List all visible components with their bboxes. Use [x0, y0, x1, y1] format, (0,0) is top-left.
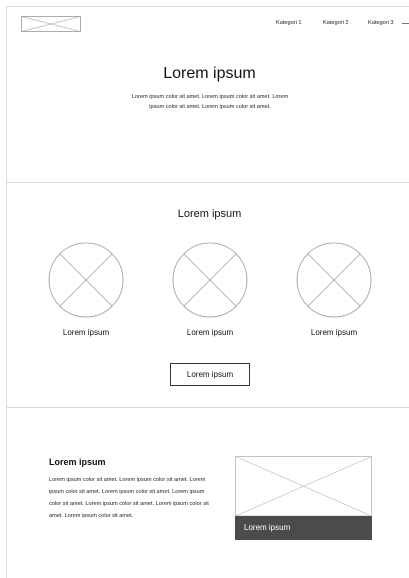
hero-text: Lorem ipsum color sit amet. Lorem ipsum … — [131, 94, 289, 110]
nav-item-kategori-1[interactable]: Kategori 1 — [276, 19, 302, 27]
bottom-title: Lorem ipsum — [49, 457, 106, 467]
feature-item: Lorem ipsum — [165, 242, 255, 342]
top-nav: Kategori 1 Kategori 2 Kategori 3 — [260, 19, 409, 29]
nav-item-kategori-2[interactable]: Kategori 2 — [323, 19, 349, 27]
section-divider — [6, 407, 409, 408]
image-placeholder-circle-icon — [172, 242, 248, 318]
cta-button[interactable]: Lorem ipsum — [170, 363, 250, 386]
nav-item-kategori-3[interactable]: Kategori 3 — [368, 19, 394, 27]
image-placeholder-icon — [235, 456, 372, 516]
feature-label: Lorem ipsum — [62, 328, 110, 337]
feature-item: Lorem ipsum — [41, 242, 131, 342]
features-title: Lorem ipsum — [177, 208, 242, 220]
feature-label: Lorem ipsum — [186, 328, 234, 337]
logo-placeholder-icon[interactable] — [21, 16, 81, 32]
image-placeholder-circle-icon — [296, 242, 372, 318]
feature-item: Lorem ipsum — [289, 242, 379, 342]
feature-label: Lorem ipsum — [310, 328, 358, 337]
nav-accent-line — [402, 23, 409, 24]
image-placeholder-circle-icon — [48, 242, 124, 318]
image-card[interactable]: Lorem ipsum — [235, 456, 372, 540]
hero-title: Lorem ipsum — [163, 65, 256, 82]
bottom-text: Lorem ipsum color sit amet. Lorem ipsum … — [49, 477, 209, 519]
section-divider — [6, 182, 409, 183]
card-caption: Lorem ipsum — [235, 516, 372, 540]
